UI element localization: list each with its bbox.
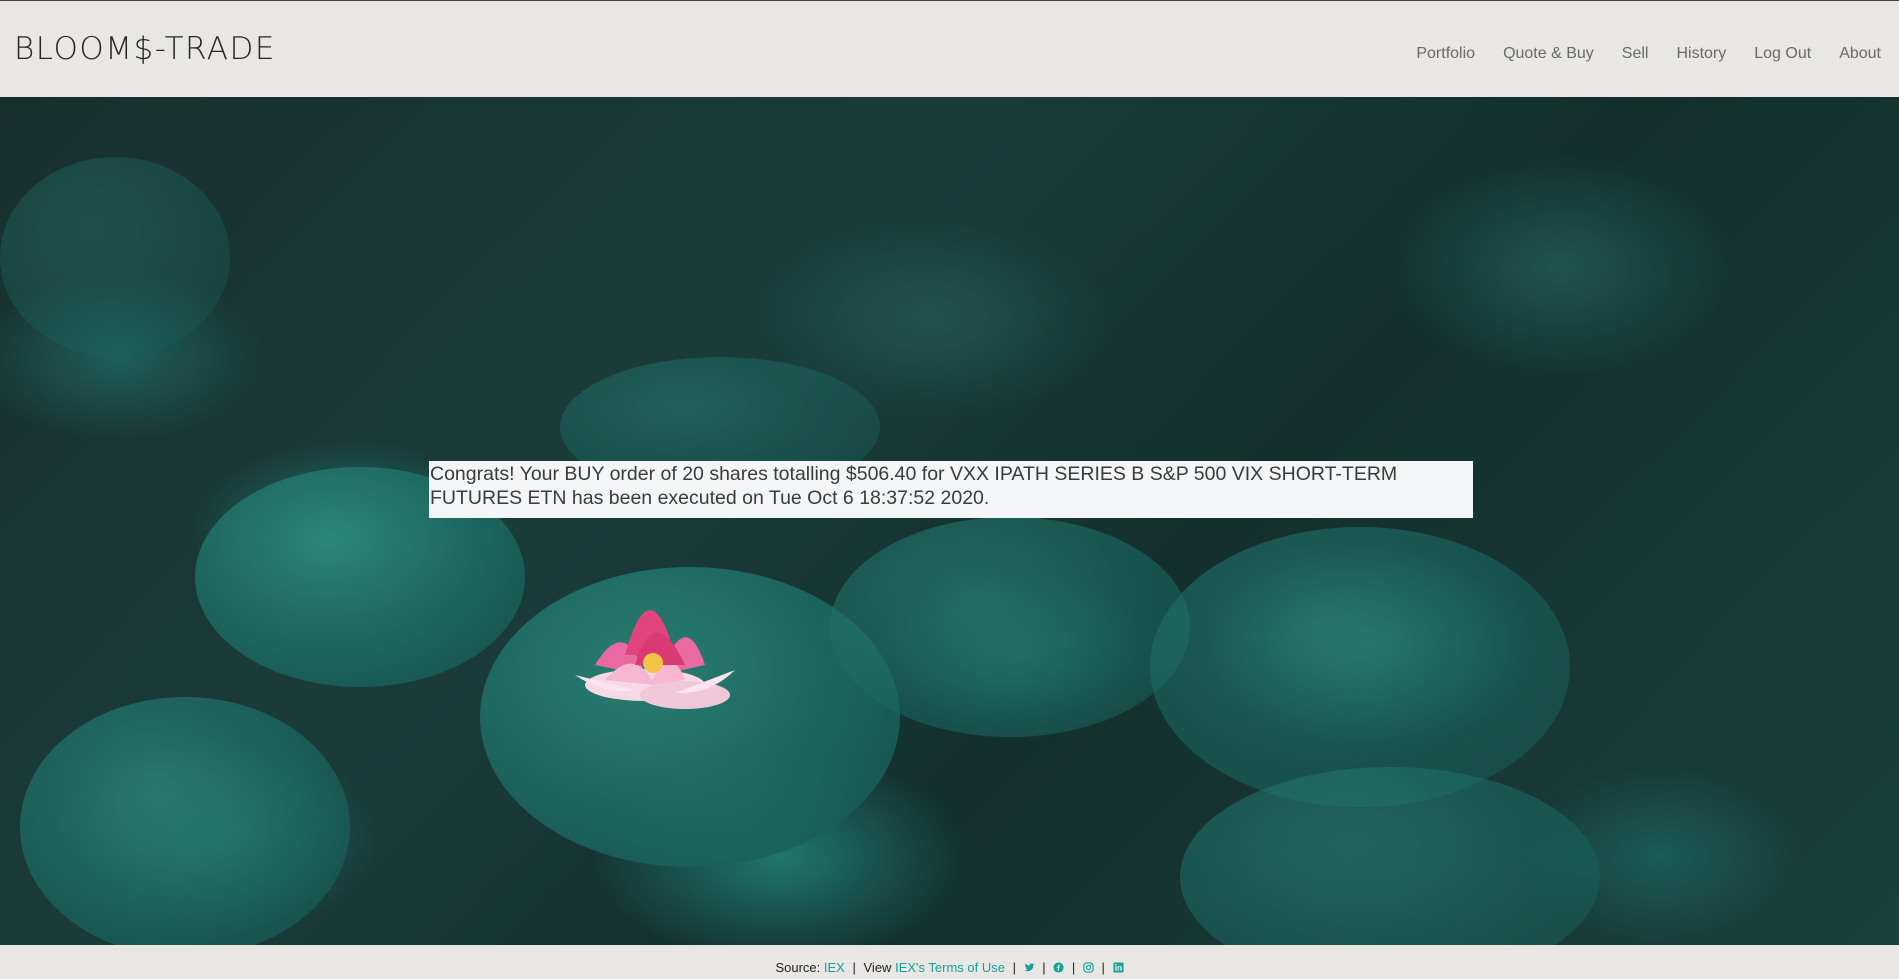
main-nav: Portfolio Quote & Buy Sell History Log O… <box>1388 45 1881 63</box>
twitter-icon[interactable] <box>1024 960 1039 975</box>
top-navbar: BLOOM$-TRADE Portfolio Quote & Buy Sell … <box>0 0 1899 97</box>
footer-separator: | <box>1042 960 1046 975</box>
instagram-icon[interactable] <box>1083 960 1098 975</box>
lily-pad <box>0 157 230 357</box>
facebook-icon[interactable] <box>1053 960 1068 975</box>
footer: Source: IEX | View IEX's Terms of Use | … <box>0 945 1899 979</box>
nav-log-out[interactable]: Log Out <box>1754 45 1811 63</box>
footer-separator: | <box>1071 960 1076 975</box>
nav-sell[interactable]: Sell <box>1622 45 1649 63</box>
lily-pad <box>830 517 1190 737</box>
footer-view-label: View <box>863 960 892 975</box>
nav-quote-buy[interactable]: Quote & Buy <box>1503 45 1594 63</box>
lily-pad <box>1180 767 1600 945</box>
hero-background: Congrats! Your BUY order of 20 shares to… <box>0 97 1899 945</box>
order-confirmation-message: Congrats! Your BUY order of 20 shares to… <box>429 461 1473 518</box>
footer-separator: | <box>1012 960 1016 975</box>
nav-portfolio[interactable]: Portfolio <box>1416 45 1475 63</box>
iex-terms-link[interactable]: IEX's Terms of Use <box>895 960 1005 975</box>
footer-source-label: Source: <box>775 960 821 975</box>
iex-link[interactable]: IEX <box>824 960 845 975</box>
brand-logo[interactable]: BLOOM$-TRADE <box>14 31 276 67</box>
footer-separator: | <box>1101 960 1105 975</box>
nav-about[interactable]: About <box>1839 45 1881 63</box>
lily-pad <box>20 697 350 945</box>
linkedin-icon[interactable] <box>1112 960 1124 975</box>
lotus-flower-image <box>575 610 735 709</box>
nav-history[interactable]: History <box>1676 45 1726 63</box>
lily-pad <box>1150 527 1570 807</box>
footer-separator: | <box>852 960 856 975</box>
